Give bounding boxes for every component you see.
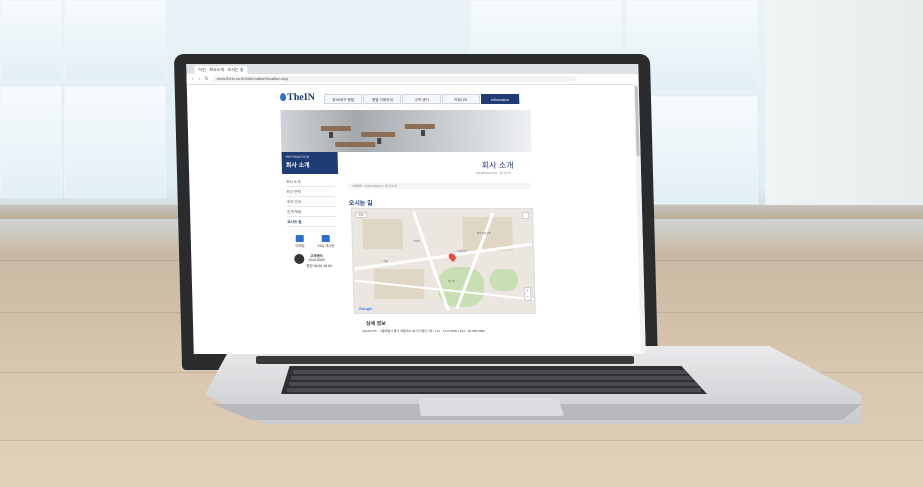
- window-pane: [64, 86, 166, 198]
- gnb-item-information[interactable]: Information: [480, 94, 520, 104]
- office-banner-image: [280, 110, 532, 152]
- browser-tabbar: 더인 · 회사소개 · 오시는 길: [186, 64, 639, 74]
- sub-nav-title-ko: 회사 소개: [285, 163, 310, 169]
- quick-email-button[interactable]: 이메일: [288, 234, 312, 250]
- cs-hours: 평일 09:00-18:00: [306, 264, 332, 268]
- zoom-control[interactable]: + −: [524, 287, 532, 301]
- cs-phone: 1544-0000: [308, 258, 325, 262]
- page-title: 회사 소개: [481, 161, 514, 170]
- desk: [320, 126, 351, 131]
- map-label: 을지로입구역: [476, 232, 492, 235]
- browser-tab[interactable]: 더인 · 회사소개 · 오시는 길: [194, 66, 248, 74]
- zoom-out-button[interactable]: −: [525, 294, 530, 300]
- forward-icon[interactable]: ›: [197, 76, 203, 82]
- gnb-item-guide[interactable]: 렌탈 이용안내: [363, 94, 402, 104]
- trackpad: [418, 398, 564, 416]
- page-subtitle: INFORMATION · 회사소개: [476, 171, 511, 175]
- map-type-button[interactable]: 지도: [355, 212, 367, 218]
- info-text: ADDRESS : 서울특별시 중구 세종대로 00 더인빌딩 5층 | TEL…: [362, 329, 485, 333]
- map-label: 정동: [383, 260, 389, 263]
- global-nav: 장비/공구 렌탈 렌탈 이용안내 고객 센터 커뮤니티 Information: [323, 94, 520, 104]
- quick-label: FAQ 게시판: [317, 244, 335, 248]
- google-map[interactable]: 서울시청 덕수궁 정동 을지로입구역 시청역 지도 + − Google: [350, 208, 536, 314]
- gnb-item-community[interactable]: 커뮤니티: [441, 94, 481, 104]
- sub-nav-item[interactable]: 회사 소개: [286, 178, 335, 187]
- sub-nav-header: INFORMATION 회사 소개: [281, 152, 339, 174]
- customer-center: 고객센터 1544-0000 평일 09:00-18:00: [294, 252, 338, 268]
- map-label: 서울시청: [457, 250, 467, 253]
- chair: [377, 138, 382, 144]
- quick-faq-button[interactable]: FAQ 게시판: [314, 234, 338, 250]
- sub-nav-item-location[interactable]: 오시는 길: [287, 218, 336, 227]
- back-icon[interactable]: ‹: [190, 76, 196, 82]
- desk: [404, 124, 435, 129]
- reload-icon[interactable]: ↻: [204, 76, 210, 82]
- window-pane: [0, 0, 62, 82]
- desk: [360, 132, 396, 137]
- laptop-screen: 더인 · 회사소개 · 오시는 길 ‹ › ↻ www.thein.co.kr/…: [186, 64, 646, 354]
- desk: [335, 142, 376, 147]
- window-pane: [64, 0, 166, 82]
- info-title: 상세 정보: [365, 321, 386, 327]
- fullscreen-icon[interactable]: [522, 212, 530, 219]
- browser-urlbar: ‹ › ↻ www.thein.co.kr/information/locati…: [186, 74, 639, 85]
- map-label: 덕수궁: [447, 280, 456, 283]
- window-pane: [0, 86, 62, 198]
- wall: [765, 0, 923, 215]
- breadcrumb: HOME > Information > 회사소개: [348, 183, 531, 189]
- key-row: [289, 382, 699, 386]
- mail-icon: [295, 235, 304, 242]
- map-label: 시청역: [412, 240, 421, 243]
- floor-plank: [0, 440, 923, 441]
- key-row: [291, 376, 695, 380]
- sub-nav-item[interactable]: 회사 연혁: [286, 188, 335, 197]
- chair: [420, 130, 426, 136]
- headset-icon: [294, 254, 305, 264]
- map-park: [489, 269, 519, 291]
- sub-nav-item[interactable]: 조직 안내: [286, 198, 335, 207]
- key-row: [293, 370, 691, 374]
- key-row: [287, 388, 701, 392]
- logo-text: TheIN: [286, 92, 316, 103]
- chair: [328, 132, 334, 138]
- faq-icon: [321, 235, 330, 242]
- gnb-item-support[interactable]: 고객 센터: [402, 94, 441, 104]
- laptop-hinge: [256, 356, 634, 364]
- google-logo: Google: [358, 306, 373, 311]
- site-logo[interactable]: TheIN: [279, 92, 316, 103]
- gnb-item-rental[interactable]: 장비/공구 렌탈: [323, 94, 363, 104]
- sub-nav-item[interactable]: 인재 채용: [286, 208, 336, 217]
- flame-icon: [279, 93, 287, 101]
- sub-nav-title-en: INFORMATION: [285, 155, 310, 159]
- address-input[interactable]: www.thein.co.kr/information/location.asp: [212, 76, 577, 82]
- map-block: [362, 219, 404, 249]
- keyboard: [281, 366, 707, 394]
- section-title: 오시는 길: [348, 201, 373, 207]
- website: TheIN 장비/공구 렌탈 렌탈 이용안내 고객 센터 커뮤니티 Inform…: [279, 88, 537, 354]
- scrollbar-thumb[interactable]: [634, 86, 640, 156]
- quick-label: 이메일: [295, 244, 305, 248]
